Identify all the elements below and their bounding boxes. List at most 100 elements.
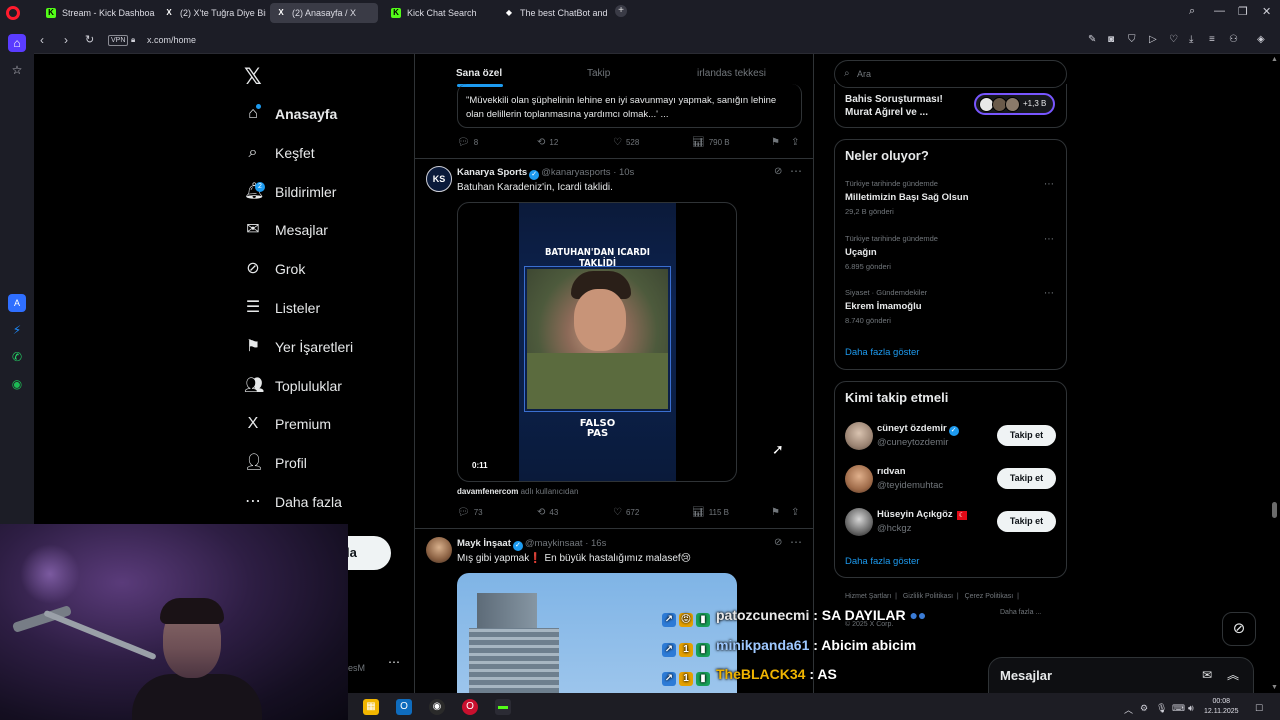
follow-button[interactable]: Takip et [997,468,1056,489]
avatar[interactable] [845,508,873,536]
space-listeners-pill[interactable]: +1,3 B [974,93,1055,115]
browser-tab[interactable]: K Stream - Kick Dashboard [40,3,155,23]
tray-network-icon[interactable]: ⌨ [1172,703,1185,714]
kick-taskbar-icon[interactable]: ▬ [495,699,511,715]
outlook-icon[interactable]: O [396,699,412,715]
suggested-user-name[interactable]: Hüseyin Açıkgöz ☾ [877,509,967,520]
opera-taskbar-icon[interactable]: O [462,699,478,715]
menu-icon[interactable]: ≡ [1209,34,1215,45]
home-icon[interactable]: ⌂ [8,34,26,52]
repost-button[interactable]: ⟲ 43 [537,507,558,518]
source-user[interactable]: davamfenercom [457,487,518,496]
new-message-icon[interactable]: ✉ [1202,668,1212,682]
url-field[interactable]: x.com/home [147,35,196,45]
aria-icon[interactable]: ◈ [1257,34,1265,45]
author-name[interactable]: Kanarya Sports [457,167,527,178]
scrollbar[interactable]: ▲ ▼ [1271,56,1278,696]
share-button[interactable]: ⇪ [791,137,803,148]
suggested-user-handle[interactable]: @cuneytozdemir [877,437,948,448]
trends-show-more-link[interactable]: Daha fazla göster [845,347,919,358]
trend-name[interactable]: Milletimizin Başı Sağ Olsun [845,192,969,203]
avatar[interactable]: KS [426,166,452,192]
edit-icon[interactable]: ✎ [1088,34,1096,45]
browser-tab[interactable]: X (2) Anasayfa / X [270,3,378,23]
forward-icon[interactable]: › [64,33,68,47]
views-button[interactable]: 📊︎ 115 B [692,507,729,518]
views-button[interactable]: 📊︎ 790 B [692,137,730,148]
reply-button[interactable]: 💬︎ 73 [457,507,483,518]
play-icon[interactable]: ▷ [1149,34,1157,45]
like-button[interactable]: ♡ 672 [613,507,639,518]
bookmark-button[interactable]: ⚑ [771,507,784,518]
footer-link-cookies[interactable]: Çerez Politikası [965,593,1014,600]
bookmark-button[interactable]: ⚑ [771,137,784,148]
nav-item-lists[interactable]: ☰ Listeler [244,296,320,320]
x-logo-icon[interactable]: 𝕏 [244,64,262,90]
trend-name[interactable]: Ekrem İmamoğlu [845,301,922,312]
follow-button[interactable]: Takip et [997,425,1056,446]
camera-icon[interactable]: ◙ [1108,34,1114,45]
whatsapp-icon[interactable]: ✆ [8,348,26,366]
suggested-user-handle[interactable]: @hckgz [877,523,911,534]
back-icon[interactable]: ‹ [40,33,44,47]
tab-for-you[interactable]: Sana özel [456,68,502,79]
trend-more-icon[interactable]: ⋯ [1044,288,1054,299]
nav-item-communities[interactable]: 👥︎ Topluluklar [244,374,342,398]
nav-item-profile[interactable]: 👤︎ Profil [244,451,307,475]
scroll-up-icon[interactable]: ▲ [1271,56,1278,66]
trend-more-icon[interactable]: ⋯ [1044,234,1054,245]
file-explorer-icon[interactable]: ▦ [363,699,379,715]
nav-item-more[interactable]: ⋯ Daha fazla [244,490,342,514]
reply-button[interactable]: 💬︎ 8 [457,137,478,148]
avatar[interactable] [845,465,873,493]
suggested-user-handle[interactable]: @teyidemuhtac [877,480,943,491]
nav-item-grok[interactable]: ⊘ Grok [244,257,305,281]
tray-app-icon[interactable]: ⚙ [1140,703,1148,714]
footer-link-privacy[interactable]: Gizlilik Politikası [903,593,953,600]
avatar[interactable] [845,422,873,450]
scrollbar-thumb[interactable] [1272,502,1277,518]
avatar[interactable] [426,537,452,563]
post-time[interactable]: · 10s [613,167,634,178]
reload-icon[interactable]: ↻ [85,33,94,46]
shield-icon[interactable]: ⛉ [1128,34,1136,45]
download-icon[interactable]: ⤓ [1189,34,1193,45]
follow-button[interactable]: Takip et [997,511,1056,532]
opera-logo-icon[interactable] [6,6,20,20]
messenger-icon[interactable]: ⚡︎ [8,321,26,339]
heart-icon[interactable]: ♡ [1169,34,1178,45]
lock-icon[interactable]: 🔒︎ [131,35,135,45]
author-name[interactable]: Mayk İnşaat [457,538,511,549]
like-button[interactable]: ♡ 528 [613,137,639,148]
notification-center-icon[interactable]: ☐ [1255,703,1263,714]
tab-list[interactable]: irlandas tekkesi [697,68,766,79]
expand-drawer-icon[interactable]: ︽ [1227,666,1239,683]
video-frame[interactable]: BATUHAN'DAN ICARDI TAKLİDİ FALSO PAS [519,203,676,481]
nav-item-explore[interactable]: ⌕ Keşfet [244,141,315,165]
author-handle[interactable]: @maykinsaat [525,538,583,549]
post-more-icon[interactable]: ⋯ [790,164,802,178]
trend-more-icon[interactable]: ⋯ [1044,179,1054,190]
who-show-more-link[interactable]: Daha fazla göster [845,556,919,567]
vpn-badge[interactable]: VPN [108,35,129,46]
account-icon[interactable]: ⚇ [1229,34,1238,45]
share-button[interactable]: ⇪ [791,507,803,518]
footer-more-link[interactable]: Daha fazla ... [1000,609,1041,616]
new-tab-plus-icon[interactable]: + [615,5,627,17]
tab-following[interactable]: Takip [587,68,610,79]
repost-button[interactable]: ⟲ 12 [537,137,558,148]
spotify-icon[interactable]: ◉ [8,375,26,393]
grok-fab-button[interactable]: ⊘ [1222,612,1256,646]
close-window-icon[interactable]: ✕ [1262,5,1271,18]
tray-mic-icon[interactable]: 🎙︎ [1156,703,1167,714]
footer-link-terms[interactable]: Hizmet Şartları [845,593,891,600]
nav-item-premium[interactable]: X Premium [244,412,331,436]
post-time[interactable]: · 16s [585,538,606,549]
video-player[interactable]: BATUHAN'DAN ICARDI TAKLİDİ FALSO PAS 0:11 [457,202,737,482]
trend-name[interactable]: Uçağın [845,247,877,258]
suggested-user-name[interactable]: rıdvan [877,466,906,477]
post-more-icon[interactable]: ⋯ [790,535,802,549]
browser-tab[interactable]: ◆ The best ChatBot and Wid [498,3,608,23]
minimize-icon[interactable]: — [1214,5,1225,17]
grok-explain-icon[interactable]: ⊘ [774,166,782,177]
